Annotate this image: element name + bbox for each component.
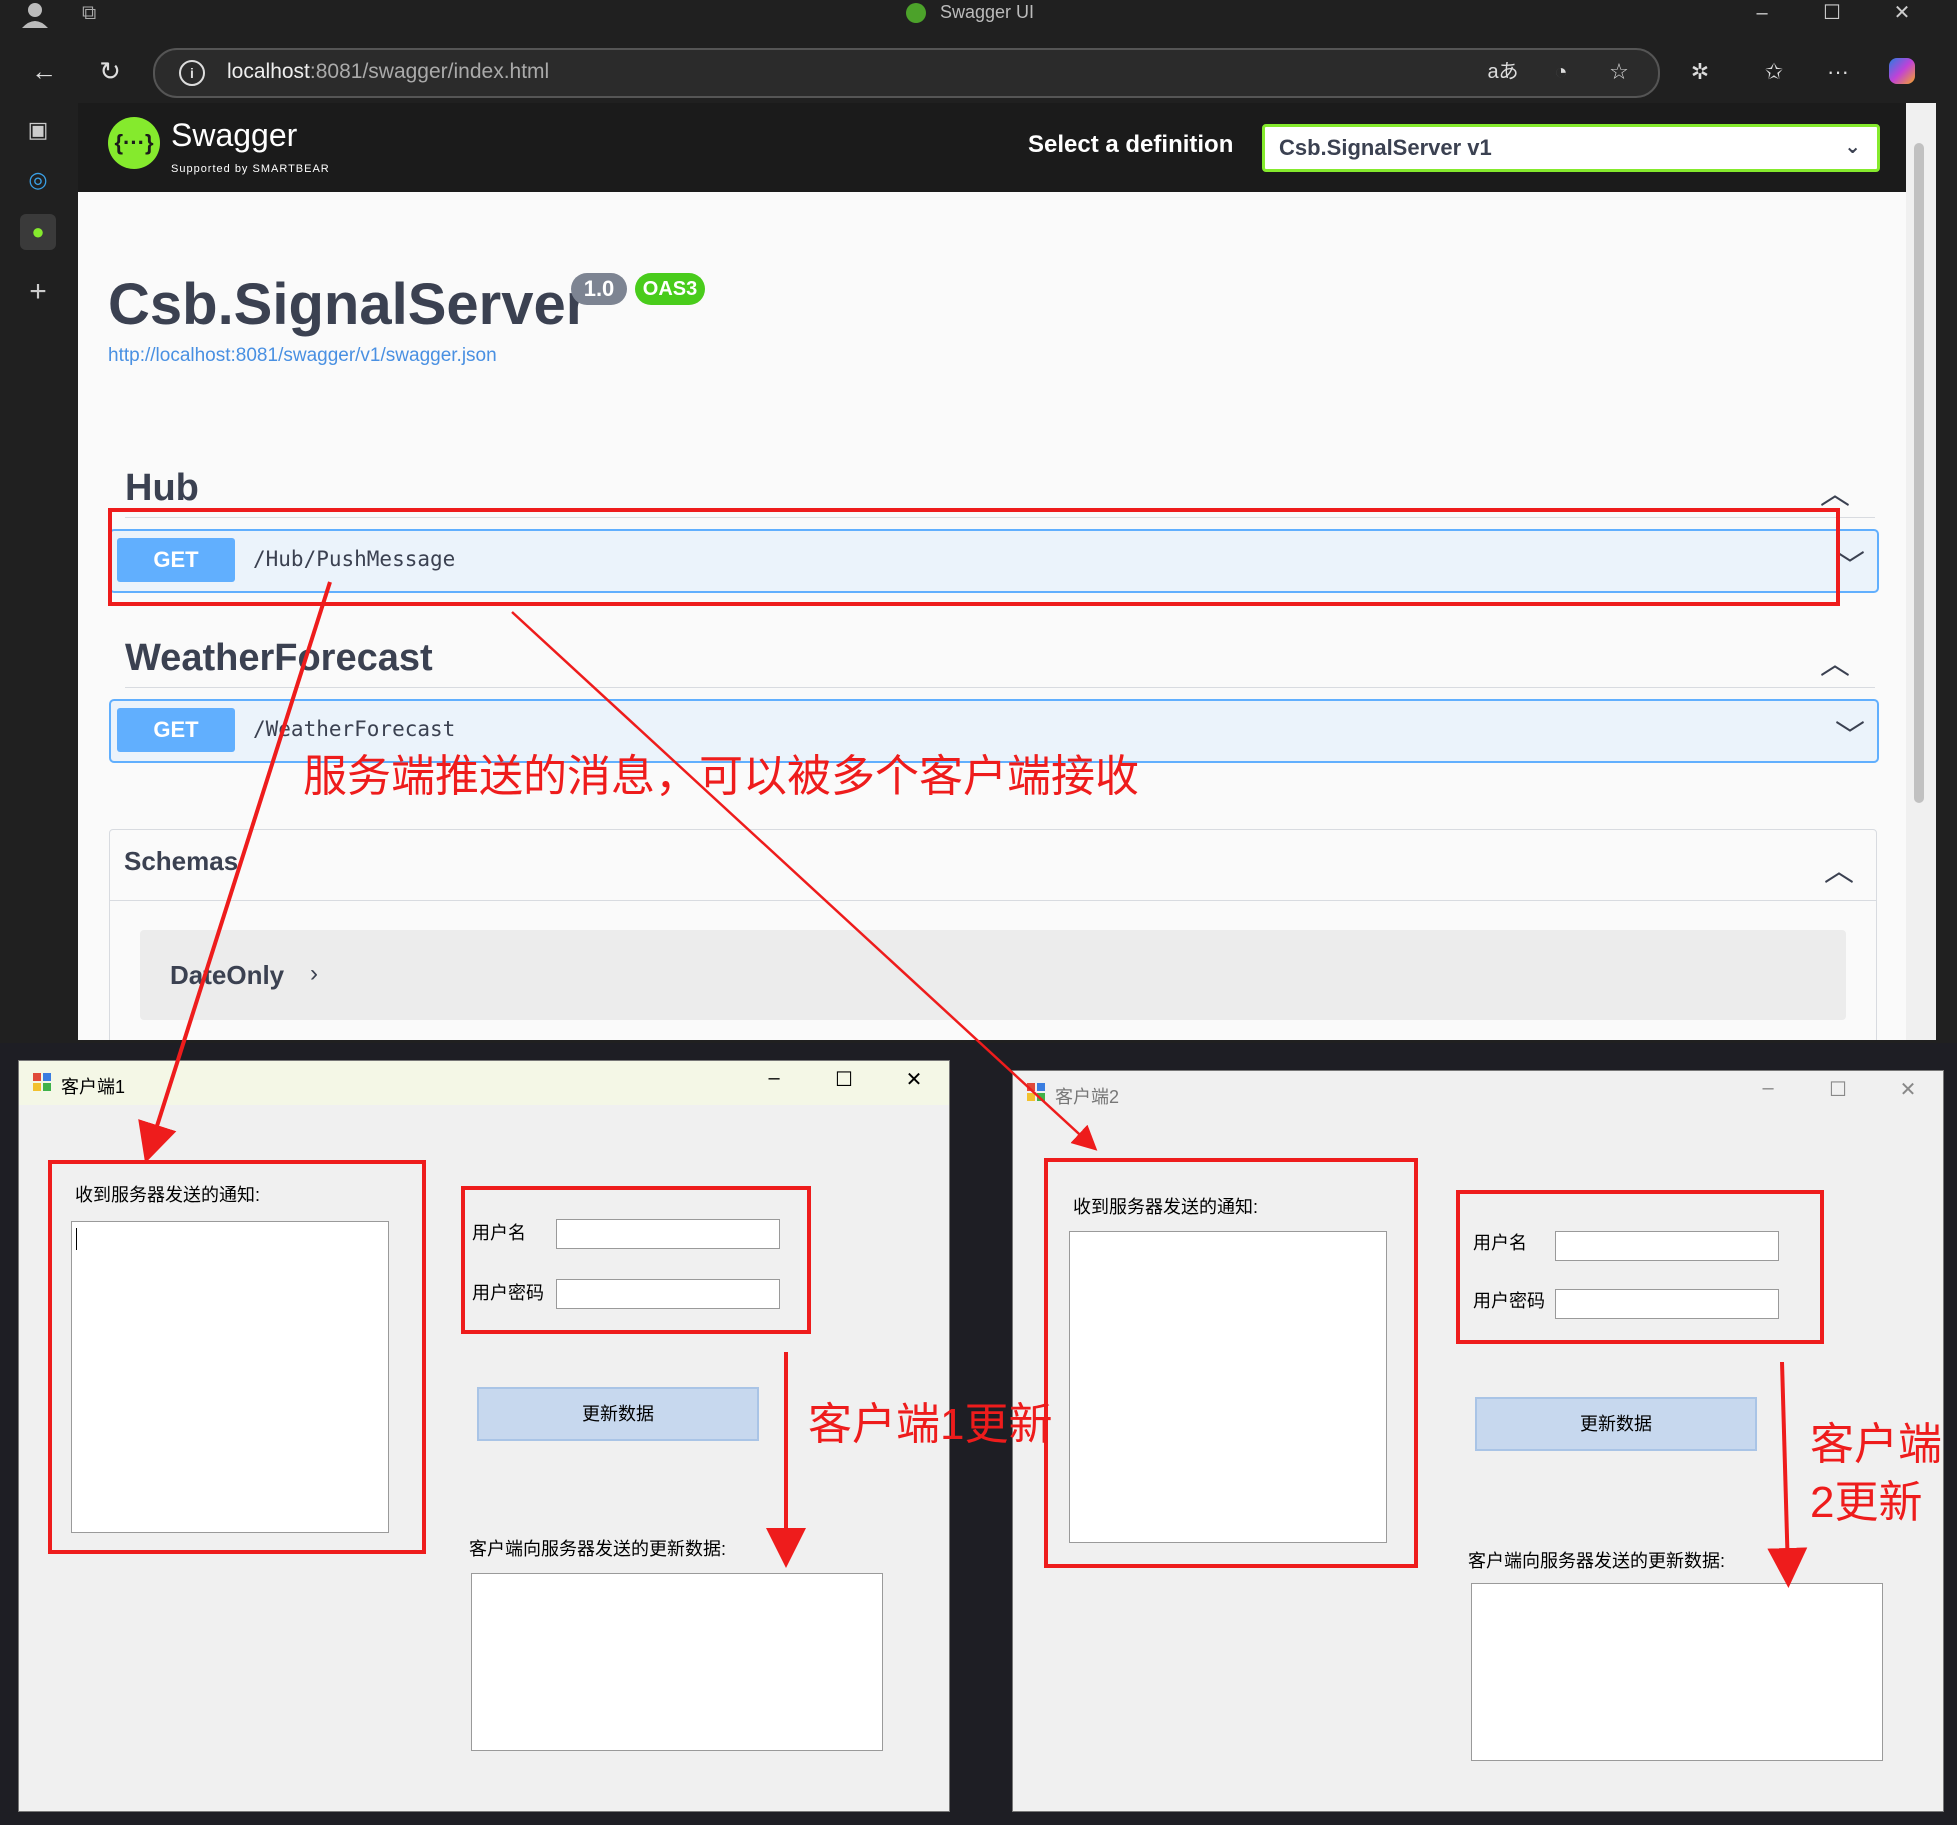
- arrow-to-client1: [138, 581, 332, 1164]
- annotation-arrows: [138, 581, 1808, 1588]
- arrow-to-client2: [511, 611, 1098, 1151]
- arrow-client2-update: [1767, 1361, 1808, 1588]
